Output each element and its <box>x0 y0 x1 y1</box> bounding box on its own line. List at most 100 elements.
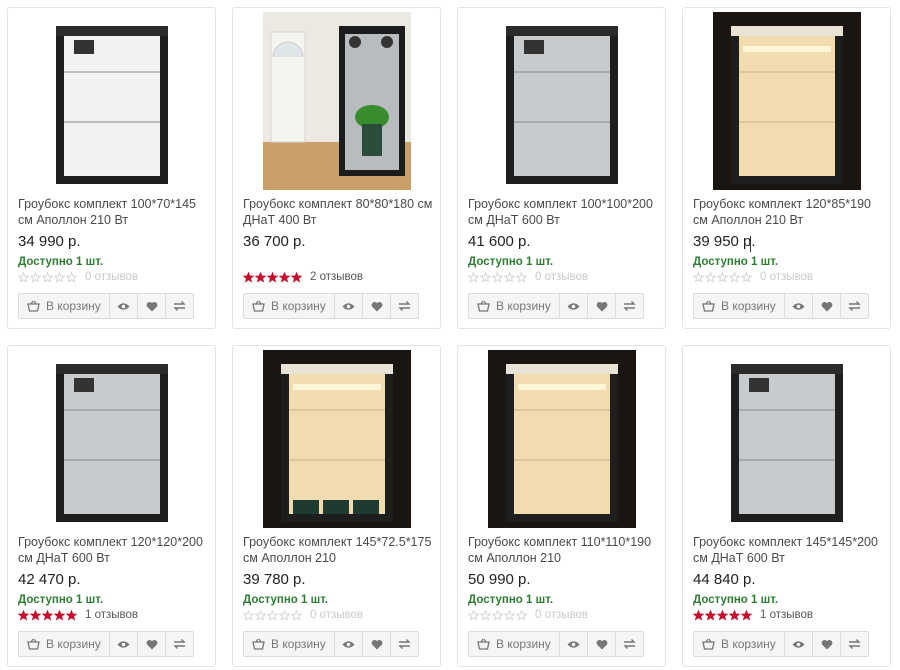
add-to-cart-button[interactable]: В корзину <box>243 631 335 657</box>
rating[interactable]: 0 отзывов <box>18 270 138 284</box>
compare-button[interactable] <box>615 631 644 657</box>
heart-icon <box>146 639 158 650</box>
product-image[interactable] <box>713 12 861 190</box>
product-image[interactable] <box>38 350 186 528</box>
quick-view-button[interactable] <box>559 631 588 657</box>
heart-icon <box>146 301 158 312</box>
rating[interactable]: 0 отзывов <box>693 270 813 284</box>
product-card[interactable]: Гроубокс комплект 100*70*145 см Аполлон … <box>7 7 216 329</box>
rating[interactable]: 0 отзывов <box>468 608 588 622</box>
rating[interactable]: 2 отзывов <box>243 270 363 284</box>
product-image[interactable] <box>263 12 411 190</box>
compare-button[interactable] <box>390 293 419 319</box>
compare-button[interactable] <box>840 293 869 319</box>
star-rating <box>18 271 78 283</box>
wishlist-button[interactable] <box>587 631 616 657</box>
eye-icon <box>792 302 805 311</box>
basket-icon <box>702 300 721 312</box>
quick-view-button[interactable] <box>109 631 138 657</box>
compare-button[interactable] <box>615 293 644 319</box>
product-title[interactable]: Гроубокс комплект 120*120*200 см ДНаТ 60… <box>18 535 213 566</box>
product-card[interactable]: Гроубокс комплект 80*80*180 см ДНаТ 400 … <box>232 7 441 329</box>
reviews-count[interactable]: 1 отзывов <box>760 609 813 621</box>
star-rating <box>243 609 303 621</box>
quick-view-button[interactable] <box>334 631 363 657</box>
wishlist-button[interactable] <box>362 631 391 657</box>
product-card[interactable]: Гроубокс комплект 100*100*200 см ДНаТ 60… <box>457 7 666 329</box>
product-title[interactable]: Гроубокс комплект 145*145*200 см ДНаТ 60… <box>693 535 888 566</box>
product-card[interactable]: Гроубокс комплект 120*120*200 см ДНаТ 60… <box>7 345 216 667</box>
quick-view-button[interactable] <box>784 631 813 657</box>
reviews-count[interactable]: 0 отзывов <box>85 271 138 283</box>
product-actions: В корзину <box>693 631 869 657</box>
reviews-count[interactable]: 0 отзывов <box>760 271 813 283</box>
eye-icon <box>342 302 355 311</box>
product-image[interactable] <box>713 350 861 528</box>
rating[interactable]: 0 отзывов <box>243 608 363 622</box>
product-title[interactable]: Гроубокс комплект 110*110*190 см Аполлон… <box>468 535 663 566</box>
rating[interactable]: 1 отзывов <box>693 608 813 622</box>
product-title[interactable]: Гроубокс комплект 80*80*180 см ДНаТ 400 … <box>243 197 438 228</box>
add-to-cart-button[interactable]: В корзину <box>693 631 785 657</box>
eye-icon <box>792 640 805 649</box>
quick-view-button[interactable] <box>559 293 588 319</box>
product-image[interactable] <box>38 12 186 190</box>
add-to-cart-label: В корзину <box>46 299 101 313</box>
add-to-cart-button[interactable]: В корзину <box>468 631 560 657</box>
reviews-count[interactable]: 0 отзывов <box>535 609 588 621</box>
wishlist-button[interactable] <box>137 293 166 319</box>
product-title[interactable]: Гроубокс комплект 100*100*200 см ДНаТ 60… <box>468 197 663 228</box>
product-grid: Гроубокс комплект 100*70*145 см Аполлон … <box>7 7 893 667</box>
reviews-count[interactable]: 1 отзывов <box>85 609 138 621</box>
heart-icon <box>596 301 608 312</box>
compare-button[interactable] <box>165 293 194 319</box>
quick-view-button[interactable] <box>784 293 813 319</box>
add-to-cart-button[interactable]: В корзину <box>18 293 110 319</box>
compare-button[interactable] <box>390 631 419 657</box>
eye-icon <box>567 302 580 311</box>
reviews-count[interactable]: 0 отзывов <box>310 609 363 621</box>
wishlist-button[interactable] <box>587 293 616 319</box>
eye-icon <box>117 640 130 649</box>
product-title[interactable]: Гроубокс комплект 145*72.5*175 см Аполло… <box>243 535 438 566</box>
add-to-cart-button[interactable]: В корзину <box>693 293 785 319</box>
product-card[interactable]: Гроубокс комплект 120*85*190 см Аполлон … <box>682 7 891 329</box>
reviews-count[interactable]: 0 отзывов <box>535 271 588 283</box>
wishlist-button[interactable] <box>812 631 841 657</box>
basket-icon <box>252 638 271 650</box>
wishlist-button[interactable] <box>362 293 391 319</box>
product-title[interactable]: Гроубокс комплект 120*85*190 см Аполлон … <box>693 197 888 228</box>
product-image[interactable] <box>488 12 636 190</box>
compare-button[interactable] <box>840 631 869 657</box>
stock-status: Доступно 1 шт. <box>693 256 779 268</box>
compare-arrows-icon <box>848 639 861 649</box>
wishlist-button[interactable] <box>812 293 841 319</box>
product-image[interactable] <box>263 350 411 528</box>
product-card[interactable]: Гроубокс комплект 110*110*190 см Аполлон… <box>457 345 666 667</box>
reviews-count[interactable]: 2 отзывов <box>310 271 363 283</box>
add-to-cart-button[interactable]: В корзину <box>243 293 335 319</box>
product-card[interactable]: Гроубокс комплект 145*145*200 см ДНаТ 60… <box>682 345 891 667</box>
quick-view-button[interactable] <box>334 293 363 319</box>
heart-icon <box>371 301 383 312</box>
star-rating <box>693 271 753 283</box>
add-to-cart-button[interactable]: В корзину <box>468 293 560 319</box>
rating[interactable]: 0 отзывов <box>468 270 588 284</box>
add-to-cart-button[interactable]: В корзину <box>18 631 110 657</box>
compare-arrows-icon <box>173 301 186 311</box>
wishlist-button[interactable] <box>137 631 166 657</box>
text-caret <box>750 236 751 252</box>
add-to-cart-label: В корзину <box>496 637 551 651</box>
product-title[interactable]: Гроубокс комплект 100*70*145 см Аполлон … <box>18 197 213 228</box>
add-to-cart-label: В корзину <box>271 299 326 313</box>
rating[interactable]: 1 отзывов <box>18 608 138 622</box>
stock-status: Доступно 1 шт. <box>18 594 104 606</box>
product-actions: В корзину <box>693 293 869 319</box>
product-actions: В корзину <box>468 293 644 319</box>
compare-button[interactable] <box>165 631 194 657</box>
product-image[interactable] <box>488 350 636 528</box>
eye-icon <box>567 640 580 649</box>
quick-view-button[interactable] <box>109 293 138 319</box>
product-card[interactable]: Гроубокс комплект 145*72.5*175 см Аполло… <box>232 345 441 667</box>
compare-arrows-icon <box>848 301 861 311</box>
